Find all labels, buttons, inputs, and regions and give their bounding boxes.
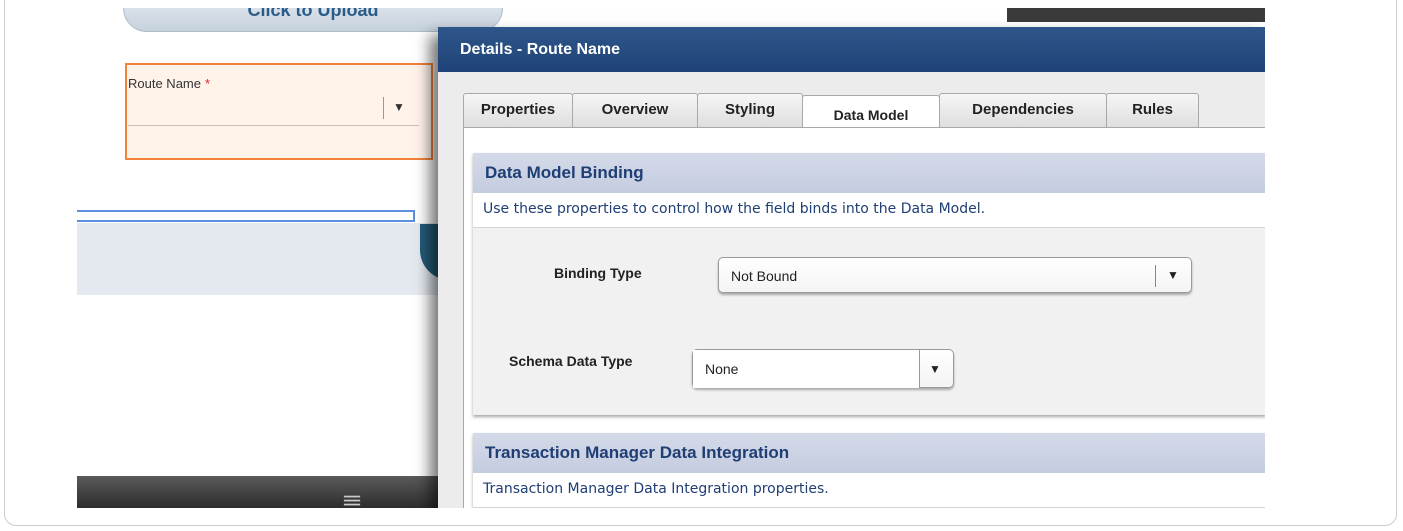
dropdown-separator: [1155, 265, 1156, 287]
chevron-down-icon[interactable]: ▼: [1167, 258, 1179, 293]
data-model-binding-section: Data Model Binding Use these properties …: [473, 153, 1265, 415]
tab-bar: Properties Overview Styling Data Model D…: [463, 93, 1265, 131]
details-dialog: Details - Route Name Properties Overview…: [438, 27, 1265, 508]
tab-dependencies[interactable]: Dependencies: [939, 93, 1107, 127]
route-name-label: Route Name *: [128, 76, 210, 91]
schema-data-type-value: None: [705, 361, 739, 377]
section-description: Use these properties to control how the …: [473, 193, 1265, 228]
schema-data-type-select[interactable]: None ▼: [692, 349, 954, 388]
tab-styling[interactable]: Styling: [697, 93, 803, 127]
tab-data-model[interactable]: Data Model: [802, 95, 940, 131]
chevron-down-icon[interactable]: ▼: [929, 350, 941, 388]
chevron-down-icon[interactable]: ▼: [393, 100, 405, 114]
binding-type-value: Not Bound: [731, 268, 798, 284]
selected-field-outline: [77, 210, 415, 222]
upload-button-label: Click to Upload: [247, 8, 379, 20]
tab-content-panel: Data Model Binding Use these properties …: [463, 128, 1265, 508]
section-description: Transaction Manager Data Integration pro…: [473, 473, 1265, 508]
binding-type-select[interactable]: Not Bound ▼: [718, 257, 1192, 293]
dialog-title[interactable]: Details - Route Name: [438, 27, 1265, 72]
route-name-label-text: Route Name: [128, 76, 201, 91]
route-name-field-container[interactable]: Route Name * ▼: [125, 63, 433, 160]
route-name-dropdown[interactable]: ▼: [128, 92, 419, 126]
form-footer-band: [77, 223, 457, 295]
background-dark-panel: [1007, 8, 1265, 22]
tab-overview[interactable]: Overview: [572, 93, 698, 127]
tab-rules[interactable]: Rules: [1106, 93, 1199, 127]
tab-properties[interactable]: Properties: [463, 93, 573, 127]
form-designer-canvas: Click to Upload Route Name * ▼ ━━━ ━━━ ━━━ …: [77, 8, 1265, 508]
section-heading: Transaction Manager Data Integration: [473, 433, 1265, 473]
schema-data-type-label: Schema Data Type: [509, 353, 633, 369]
section-heading: Data Model Binding: [473, 153, 1265, 193]
transaction-manager-section: Transaction Manager Data Integration Tra…: [473, 433, 1265, 508]
required-indicator: *: [204, 76, 211, 91]
resize-grip-icon[interactable]: ━━━ ━━━ ━━━: [344, 493, 366, 509]
bottom-toolbar: ━━━ ━━━ ━━━: [77, 476, 457, 508]
binding-type-label: Binding Type: [554, 265, 642, 281]
dropdown-separator: [383, 97, 384, 119]
